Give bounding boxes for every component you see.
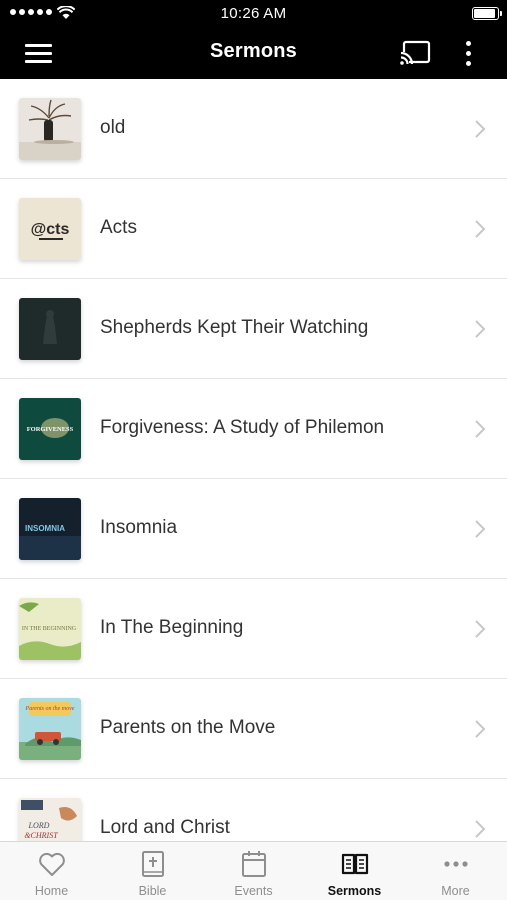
tab-sermons[interactable]: Sermons [304,842,405,900]
sermon-list-item[interactable]: @cts Acts [0,179,507,279]
sermon-list-item[interactable]: INSOMNIA Insomnia [0,479,507,579]
tab-label: Events [234,884,273,898]
tab-bible[interactable]: Bible [102,842,203,900]
sermon-thumbnail: Parents on the move [19,698,81,760]
tab-home[interactable]: Home [1,842,102,900]
sermon-thumbnail: @cts [19,198,81,260]
sermon-list: old @cts Acts Shepherds Kept Their Watch… [0,79,507,841]
sermon-thumbnail: IN THE BEGINNING [19,598,81,660]
sermon-title: Forgiveness: A Study of Philemon [100,417,385,438]
chevron-right-icon [475,120,486,138]
tab-bar: Home Bible Events Sermons More [0,841,507,900]
sermon-title: In The Beginning [100,617,244,638]
tab-label: Bible [138,884,167,898]
chevron-right-icon [475,820,486,838]
chevron-right-icon [475,720,486,738]
thumbnail-text-2: &CHRIST [24,831,58,840]
status-bar: 10:26 AM [0,0,507,28]
sermon-list-item[interactable]: IN THE BEGINNING In The Beginning [0,579,507,679]
tab-events[interactable]: Events [203,842,304,900]
sermon-title: Shepherds Kept Their Watching [100,317,369,338]
thumbnail-text: Parents on the move [25,706,75,712]
status-time: 10:26 AM [220,5,287,22]
sermon-thumbnail [19,298,81,360]
sermon-list-item[interactable]: FORGIVENESS Forgiveness: A Study of Phil… [0,379,507,479]
chevron-right-icon [475,220,486,238]
sermon-title: Acts [100,217,137,238]
chevron-right-icon [475,620,486,638]
open-book-icon [341,853,369,875]
thumbnail-text: IN THE BEGINNING [22,626,77,632]
nav-bar: Sermons [0,28,507,79]
sermon-thumbnail [19,98,81,160]
tab-label: Sermons [327,884,382,898]
chevron-right-icon [475,520,486,538]
calendar-icon [242,851,266,877]
sermon-title: old [100,117,126,138]
sermon-list-item[interactable]: LORD &CHRIST Lord and Christ [0,779,507,841]
tab-more[interactable]: More [405,842,506,900]
sermon-thumbnail: FORGIVENESS [19,398,81,460]
sermon-list-item[interactable]: Parents on the move Parents on the Move [0,679,507,779]
heart-icon [39,852,65,876]
tab-label: More [441,884,470,898]
thumbnail-text: @cts [31,221,70,238]
cast-icon[interactable] [399,40,431,66]
sermon-thumbnail: INSOMNIA [19,498,81,560]
sermon-thumbnail: LORD &CHRIST [19,798,81,841]
sermon-title: Insomnia [100,517,178,538]
chevron-right-icon [475,320,486,338]
tab-label: Home [34,884,69,898]
chevron-right-icon [475,420,486,438]
sermon-title: Lord and Christ [100,817,230,838]
thumbnail-text-1: LORD [28,821,50,830]
thumbnail-text: INSOMNIA [25,524,65,533]
thumbnail-text: FORGIVENESS [27,426,74,433]
sermon-list-item[interactable]: Shepherds Kept Their Watching [0,279,507,379]
horizontal-ellipsis-icon [444,861,468,867]
sermon-list-item[interactable]: old [0,79,507,179]
bible-icon [142,851,164,877]
sermon-title: Parents on the Move [100,717,276,738]
vertical-ellipsis-icon[interactable] [460,40,476,68]
battery-icon [472,7,502,20]
